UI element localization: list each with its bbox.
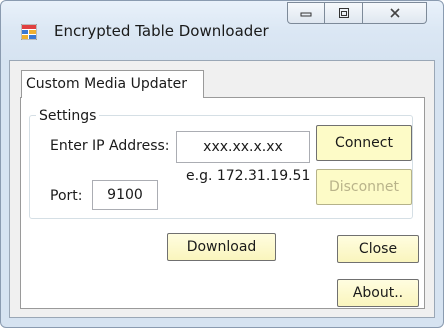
title-bar[interactable]: Encrypted Table Downloader	[1, 1, 443, 63]
caption-buttons	[287, 2, 435, 24]
close-icon	[388, 4, 402, 23]
ip-address-label: Enter IP Address:	[50, 138, 170, 154]
about-button[interactable]: About..	[337, 279, 419, 307]
minimize-icon	[300, 4, 312, 23]
close-window-button[interactable]	[363, 2, 427, 24]
ip-example-hint: e.g. 172.31.19.51	[186, 168, 311, 184]
maximize-button[interactable]	[325, 2, 363, 24]
settings-group-label: Settings	[36, 108, 100, 124]
disconnect-button[interactable]: Disconnet	[316, 169, 412, 205]
connect-button[interactable]: Connect	[316, 125, 412, 161]
minimize-button[interactable]	[287, 2, 325, 24]
tab-custom-media-updater[interactable]: Custom Media Updater	[21, 70, 204, 98]
maximize-icon	[338, 4, 350, 23]
port-label: Port:	[50, 188, 83, 204]
app-window-icon	[20, 23, 38, 41]
port-input[interactable]: 9100	[92, 180, 158, 210]
app-window: Encrypted Table Downloader Custom Media …	[0, 0, 444, 328]
window-title: Encrypted Table Downloader	[54, 22, 269, 40]
close-button[interactable]: Close	[337, 235, 419, 263]
ip-address-input[interactable]: xxx.xx.x.xx	[176, 131, 310, 163]
download-button[interactable]: Download	[167, 233, 276, 261]
